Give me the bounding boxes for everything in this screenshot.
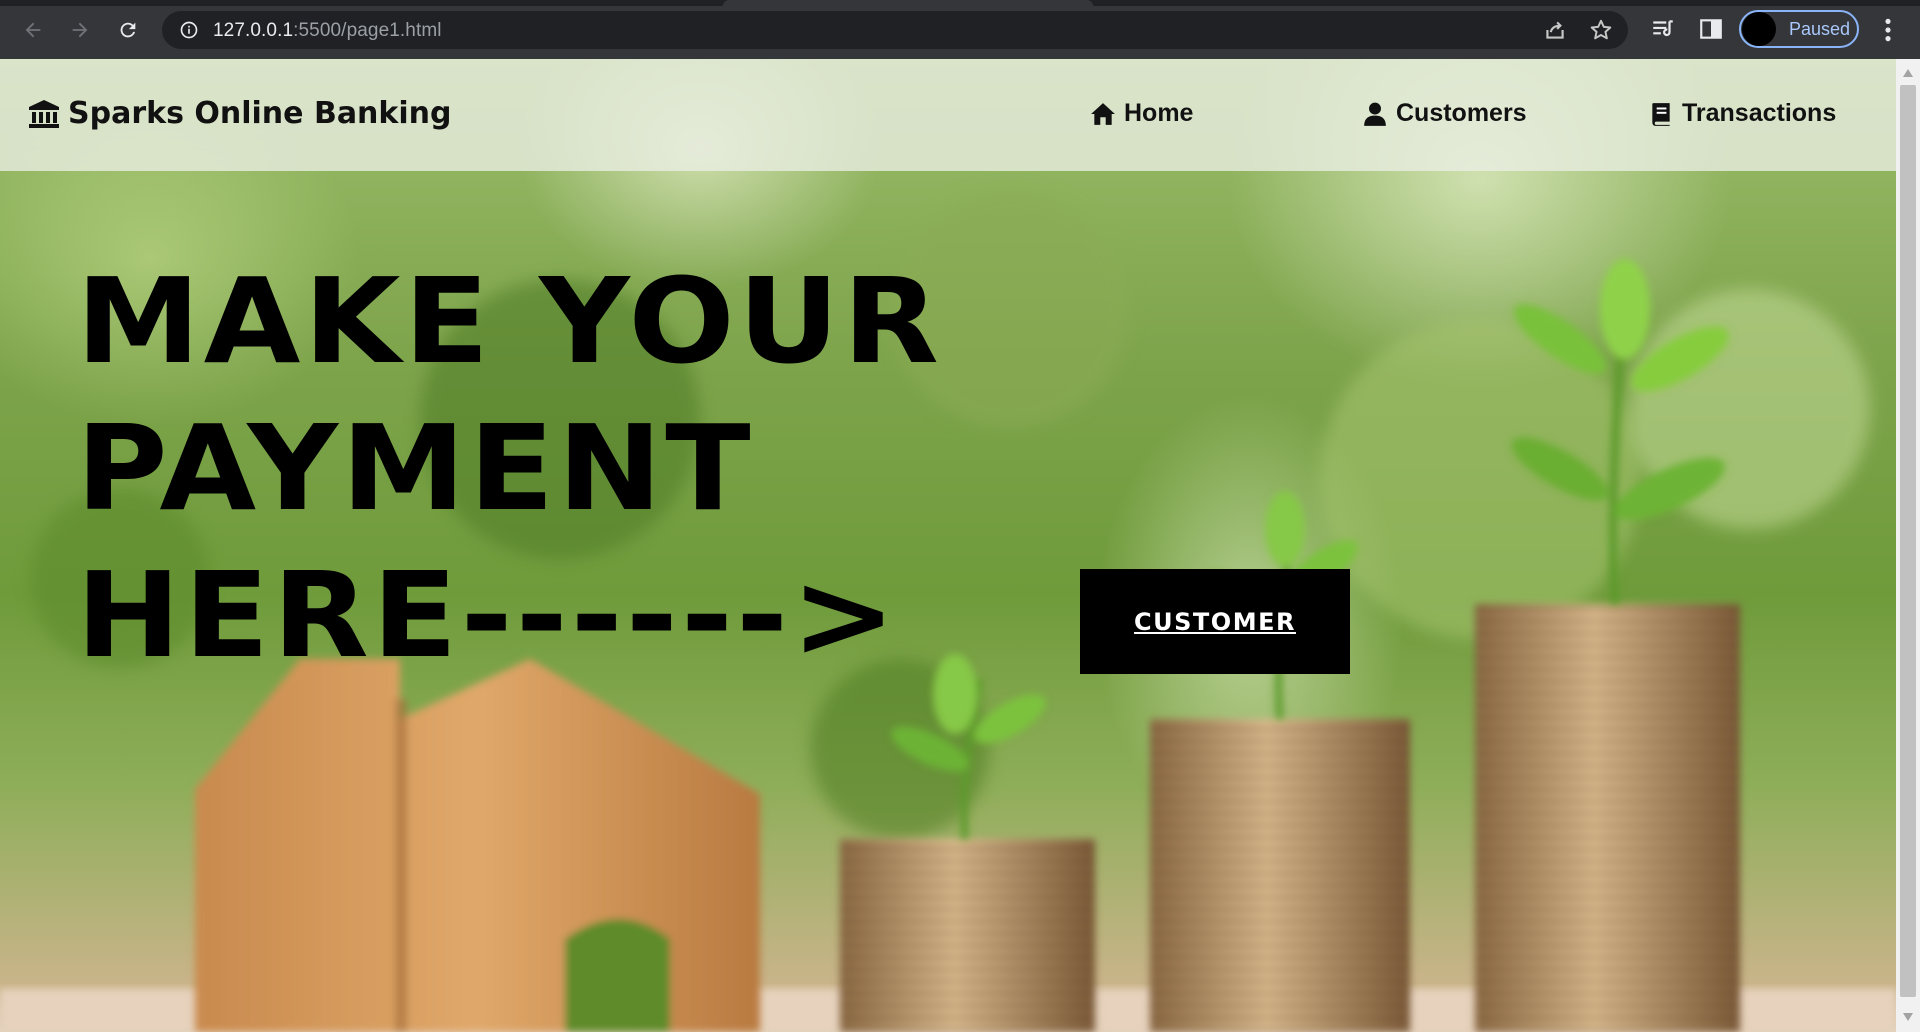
url-host: 127.0.0.1: [213, 20, 294, 41]
page-scrollbar[interactable]: [1896, 59, 1920, 1032]
scroll-down-arrow-icon[interactable]: [1902, 1012, 1914, 1022]
user-icon: [1364, 102, 1386, 126]
brand-name: Sparks Online Banking: [68, 96, 452, 131]
avatar: [1742, 12, 1776, 46]
url-text[interactable]: 127.0.0.1:5500/page1.html: [213, 20, 442, 42]
brand[interactable]: Sparks Online Banking: [28, 96, 451, 131]
url-path: :5500/page1.html: [293, 20, 442, 41]
profile-status-label: Paused: [1789, 18, 1851, 39]
address-bar[interactable]: 127.0.0.1:5500/page1.html: [162, 11, 1628, 49]
forward-arrow-icon: [72, 22, 88, 38]
side-panel-icon[interactable]: [1698, 16, 1724, 42]
active-tab[interactable]: [723, 0, 1093, 6]
scroll-up-arrow-icon[interactable]: [1902, 68, 1914, 78]
hero-headline-line-2: PAYMENT: [76, 399, 754, 537]
browser-toolbar: 127.0.0.1:5500/page1.html Paused: [0, 0, 1920, 59]
back-arrow-icon: [25, 22, 41, 38]
back-button[interactable]: [16, 13, 50, 47]
book-icon: [1652, 102, 1670, 126]
tab-strip: [0, 0, 1920, 6]
nav-link-home[interactable]: Home: [1090, 99, 1193, 128]
customer-button[interactable]: CUSTOMER: [1080, 569, 1350, 674]
nav-link-label: Customers: [1396, 99, 1527, 127]
reading-list-icon[interactable]: [1650, 16, 1676, 42]
nav-link-customers[interactable]: Customers: [1362, 99, 1527, 128]
reload-icon: [120, 22, 136, 38]
page-viewport: Sparks Online Banking Home Customers Tra…: [0, 59, 1896, 1032]
forward-button[interactable]: [63, 13, 97, 47]
share-icon[interactable]: [1542, 17, 1568, 43]
site-navbar: Sparks Online Banking Home Customers Tra…: [0, 59, 1896, 171]
nav-link-label: Transactions: [1682, 99, 1837, 127]
hero-headline-line-1: MAKE YOUR: [76, 252, 943, 390]
scrollbar-thumb[interactable]: [1900, 85, 1916, 997]
info-icon[interactable]: [179, 20, 199, 40]
hero-headline-line-3: HERE------>: [76, 546, 900, 684]
nav-link-transactions[interactable]: Transactions: [1648, 99, 1836, 128]
kebab-menu-icon[interactable]: [1875, 16, 1901, 44]
bank-icon: [29, 99, 59, 128]
star-icon[interactable]: [1588, 17, 1614, 43]
home-icon: [1091, 102, 1115, 125]
reload-button[interactable]: [111, 13, 145, 47]
nav-link-label: Home: [1124, 99, 1194, 127]
profile-button[interactable]: Paused: [1739, 10, 1859, 48]
